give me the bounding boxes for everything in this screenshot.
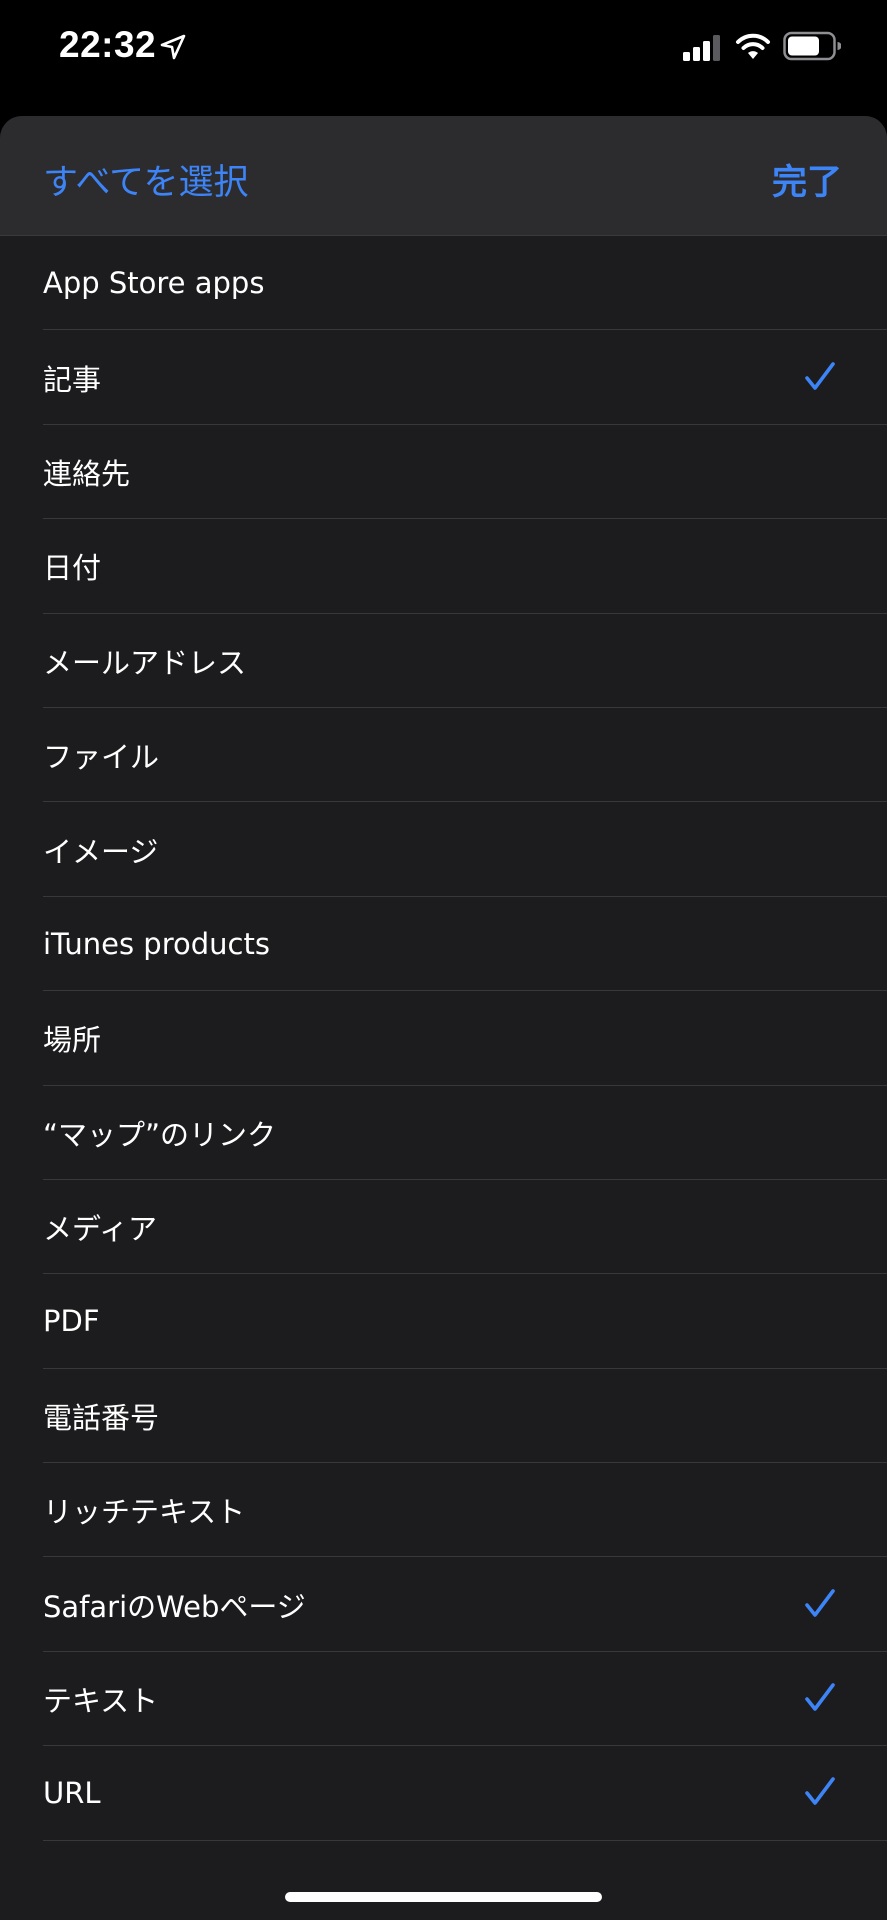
list-item[interactable]: “マップ”のリンク — [0, 1086, 887, 1181]
list-item-label: SafariのWebページ — [43, 1589, 306, 1624]
list-item-label: 連絡先 — [43, 456, 131, 491]
list-item[interactable]: 日付 — [0, 519, 887, 614]
cellular-signal-icon — [683, 35, 720, 61]
list-item-label: 場所 — [43, 1023, 102, 1058]
list-item[interactable]: メディア — [0, 1180, 887, 1275]
type-list: App Store apps 記事連絡先日付メールアドレス ファイルイメージ iTun… — [0, 236, 887, 1842]
checkmark-icon — [805, 1777, 835, 1806]
list-item-label: 日付 — [43, 551, 102, 586]
status-time: 22:32 — [59, 24, 157, 65]
list-item-label: App Store apps — [43, 266, 265, 301]
done-button[interactable]: 完了 — [772, 154, 842, 205]
checkmark-icon — [805, 361, 835, 390]
list-item-label: PDF — [43, 1304, 100, 1339]
status-bar: 22:32 — [0, 0, 887, 100]
select-all-button[interactable]: すべてを選択 — [43, 154, 248, 205]
type-selection-sheet: すべてを選択 完了 App Store apps 記事連絡先日付メールアドレス ファ… — [0, 116, 887, 1920]
list-item-label: “マップ”のリンク — [43, 1117, 277, 1152]
wifi-icon — [736, 33, 770, 59]
list-item[interactable]: ファイル — [0, 708, 887, 803]
checkmark-icon — [805, 1683, 835, 1711]
checkmark-icon — [805, 1588, 835, 1617]
list-item-label: ファイル — [43, 740, 160, 775]
home-indicator[interactable] — [285, 1892, 602, 1902]
list-item-label: URL — [43, 1776, 101, 1811]
list-item[interactable]: SafariのWebページ — [0, 1557, 887, 1653]
list-item[interactable]: 電話番号 — [0, 1369, 887, 1464]
list-item[interactable]: 記事 — [0, 330, 887, 426]
list-item[interactable]: リッチテキスト — [0, 1463, 887, 1558]
list-item[interactable]: iTunes products — [0, 897, 887, 992]
list-item[interactable]: イメージ — [0, 802, 887, 898]
list-item-label: リッチテキスト — [43, 1495, 246, 1530]
list-item[interactable]: 連絡先 — [0, 425, 887, 520]
list-item-label: テキスト — [43, 1684, 159, 1719]
list-item-label: メディア — [43, 1212, 157, 1247]
list-item-label: イメージ — [43, 834, 159, 869]
battery-icon — [783, 31, 841, 61]
list-item[interactable]: テキスト — [0, 1652, 887, 1747]
list-item[interactable]: App Store apps — [0, 236, 887, 331]
list-item-label: 電話番号 — [43, 1400, 160, 1435]
list-item[interactable]: メールアドレス — [0, 614, 887, 709]
list-item-label: 記事 — [43, 362, 102, 397]
sheet-header: すべてを選択 完了 — [0, 116, 887, 236]
list-item[interactable]: PDF — [0, 1274, 887, 1370]
location-arrow-icon — [160, 34, 186, 60]
list-item[interactable]: 場所 — [0, 991, 887, 1086]
list-item-label: iTunes products — [43, 926, 270, 961]
list-item[interactable]: URL — [0, 1746, 887, 1842]
list-item-label: メールアドレス — [43, 645, 247, 680]
